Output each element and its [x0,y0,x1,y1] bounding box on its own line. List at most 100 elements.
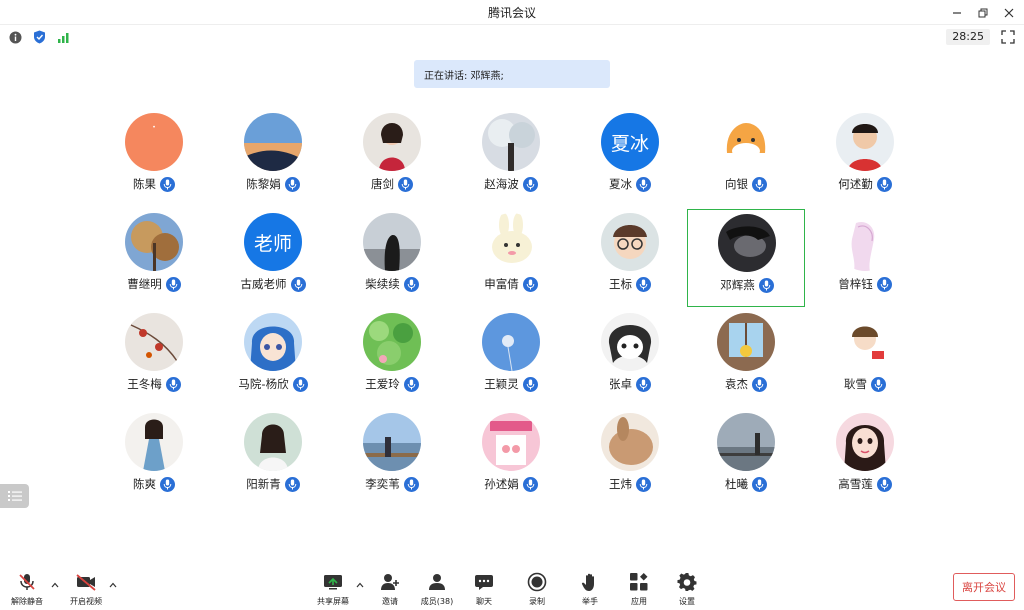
mic-icon [752,476,767,492]
participant-tile[interactable]: 高雪莲 [806,409,924,507]
participant-name: 夏冰 [609,177,632,191]
participant-tile[interactable]: 申富倩 [452,209,570,307]
fullscreen-icon[interactable] [1001,29,1015,44]
video-options-chevron-up-icon[interactable] [108,580,118,590]
participant-name: 唐剑 [371,177,394,191]
participant-tile[interactable]: 邓辉燕 [687,209,805,307]
avatar: 老师 [244,213,302,271]
participant-tile[interactable]: 何述勤 [806,109,924,207]
participant-name-row: 邓辉燕 [688,277,806,293]
mic-icon [752,376,767,392]
record-button[interactable]: 录制 [513,572,561,607]
participant-name: 阳新青 [246,477,281,491]
participant-tile[interactable]: 唐剑 [333,109,451,207]
restore-icon[interactable] [976,6,990,20]
avatar [125,413,183,471]
participant-name: 杜曦 [725,477,748,491]
avatar [601,213,659,271]
participant-tile[interactable]: 王爱玲 [333,309,451,407]
avatar [717,113,775,171]
mic-icon [522,176,538,192]
apps-button[interactable]: 应用 [615,572,663,607]
participant-name-row: 王标 [571,276,689,292]
mic-icon [165,276,181,292]
chat-button[interactable]: 聊天 [460,572,508,607]
audio-options-chevron-up-icon[interactable] [50,580,60,590]
unmute-button[interactable]: 解除静音 [3,572,51,607]
participant-name: 向银 [725,177,748,191]
participant-name-row: 陈黎娟 [214,176,332,192]
close-icon[interactable] [1002,6,1016,20]
avatar [244,313,302,371]
participant-name: 古威老师 [240,277,287,291]
participant-tile[interactable]: 曾梓钰 [806,209,924,307]
avatar [482,213,540,271]
mic-icon [636,176,651,192]
gear-icon [676,572,698,592]
participant-name: 耿雪 [844,377,867,391]
participant-tile[interactable]: 马院-杨欣 [214,309,332,407]
participant-tile[interactable]: 陈爽 [95,409,213,507]
minimize-icon[interactable] [950,6,964,20]
list-view-toggle[interactable] [0,484,29,508]
mic-icon [876,276,892,292]
info-bar [0,26,1024,48]
participant-tile[interactable]: 老师古威老师 [214,209,332,307]
avatar [363,413,421,471]
mic-icon [758,277,774,293]
participant-tile[interactable]: 张卓 [571,309,689,407]
participant-name: 曾梓钰 [838,277,873,291]
participant-name: 陈黎娟 [246,177,281,191]
participant-name: 陈爽 [133,477,156,491]
participant-tile[interactable]: 耿雪 [806,309,924,407]
participant-name: 高雪莲 [838,477,873,491]
mic-icon [522,376,538,392]
participant-tile[interactable]: 袁杰 [687,309,805,407]
participant-name-row: 曹继明 [95,276,213,292]
participant-tile[interactable]: 孙述娟 [452,409,570,507]
share-options-chevron-up-icon[interactable] [355,580,365,590]
start-video-button[interactable]: 开启视频 [62,572,110,607]
participant-tile[interactable]: 柴续续 [333,209,451,307]
participant-tile[interactable]: 王标 [571,209,689,307]
avatar [717,313,775,371]
mic-icon [165,376,181,392]
participant-tile[interactable]: 王炜 [571,409,689,507]
participant-name-row: 王炜 [571,476,689,492]
participant-tile[interactable]: 陈黎娟 [214,109,332,207]
security-shield-icon[interactable] [32,30,46,44]
participant-tile[interactable]: 王颖灵 [452,309,570,407]
members-button[interactable]: 成员(38) [413,572,461,607]
participant-tile[interactable]: 李奕苇 [333,409,451,507]
participant-name-row: 唐剑 [333,176,451,192]
mic-icon [871,376,886,392]
participant-name: 王冬梅 [127,377,162,391]
mic-icon [876,176,892,192]
avatar [482,413,540,471]
info-icon[interactable] [8,30,22,44]
participant-tile[interactable]: • 陈果 [95,109,213,207]
participant-tile[interactable]: 杜曦 [687,409,805,507]
share-screen-icon [322,572,344,592]
participant-name: 曹继明 [127,277,162,291]
mic-icon [876,476,892,492]
settings-button[interactable]: 设置 [663,572,711,607]
participant-tile[interactable]: 曹继明 [95,209,213,307]
participant-tile[interactable]: 赵海波 [452,109,570,207]
participant-tile[interactable]: 夏冰 夏冰 [571,109,689,207]
participant-tile[interactable]: 阳新青 [214,409,332,507]
window-title: 腾讯会议 [487,5,536,20]
participant-tile[interactable]: 向银 [687,109,805,207]
participant-name: 邓辉燕 [720,278,755,292]
invite-button[interactable]: 邀请 [366,572,414,607]
avatar [717,413,775,471]
leave-meeting-button[interactable]: 离开会议 [953,573,1015,601]
participant-tile[interactable]: 王冬梅 [95,309,213,407]
share-screen-button[interactable]: 共享屏幕 [309,572,357,607]
raise-hand-button[interactable]: 举手 [566,572,614,607]
signal-icon[interactable] [56,30,70,44]
record-icon [526,572,548,592]
participant-name-row: 王颖灵 [452,376,570,392]
mic-icon [284,476,300,492]
participant-name-row: 高雪莲 [806,476,924,492]
